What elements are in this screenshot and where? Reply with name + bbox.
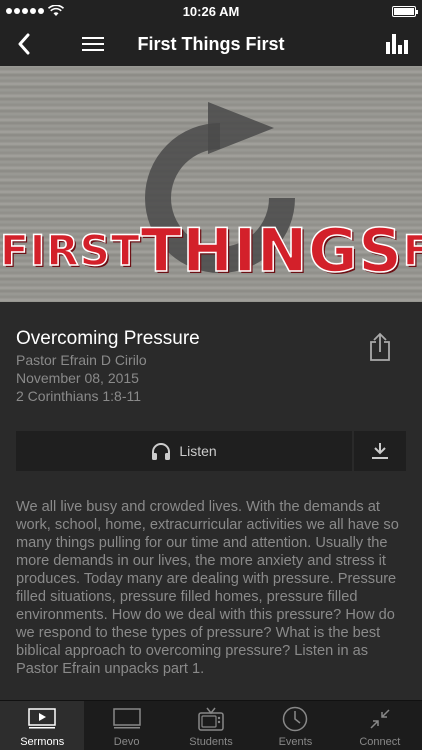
tab-label: Events <box>278 736 313 748</box>
series-title-first: FIRST <box>0 225 141 276</box>
chevron-left-icon <box>18 33 30 55</box>
collapse-arrows-icon <box>370 709 390 729</box>
tab-label: Connect <box>359 736 401 748</box>
navigation-bar: First Things First <box>0 22 422 66</box>
tab-students[interactable]: Students <box>169 701 253 750</box>
sermon-pastor: Pastor Efrain D Cirilo <box>16 352 147 368</box>
sermon-description: We all live busy and crowded lives. With… <box>16 499 399 677</box>
headphones-icon <box>152 443 171 460</box>
bar-chart-icon[interactable] <box>386 34 408 54</box>
clock-icon <box>283 706 308 732</box>
back-button[interactable] <box>10 30 38 58</box>
sermon-date: November 08, 2015 <box>16 370 139 386</box>
monitor-icon <box>112 708 141 729</box>
sermon-details: Overcoming Pressure Pastor Efrain D Ciri… <box>0 302 422 700</box>
series-title-things: THINGS <box>140 215 403 287</box>
share-button[interactable] <box>368 332 392 362</box>
download-button[interactable] <box>354 431 406 471</box>
status-time: 10:26 AM <box>182 3 240 19</box>
tv-icon <box>198 707 224 731</box>
series-title-art: FIRSTTHINGSFIRST <box>0 215 422 287</box>
tab-sermons[interactable]: Sermons <box>0 701 85 750</box>
status-bar: 10:26 AM <box>0 0 422 22</box>
share-icon <box>370 332 390 361</box>
download-icon <box>372 443 388 459</box>
tab-label: Sermons <box>20 736 65 748</box>
tab-bar: Sermons Devo Students Events Connect <box>0 700 422 750</box>
sermon-series-banner: FIRSTTHINGSFIRST <box>0 66 422 302</box>
listen-row: Listen <box>16 431 406 471</box>
sermon-title: Overcoming Pressure <box>16 328 200 349</box>
page-title: First Things First <box>137 33 285 54</box>
tab-label: Students <box>189 736 233 748</box>
sermon-scripture: 2 Corinthians 1:8-11 <box>16 388 142 404</box>
tab-devo[interactable]: Devo <box>84 701 168 750</box>
listen-button[interactable]: Listen <box>16 431 352 471</box>
battery-icon <box>392 5 418 17</box>
listen-label: Listen <box>179 443 217 459</box>
tab-connect[interactable]: Connect <box>338 701 422 750</box>
hamburger-menu-button[interactable] <box>82 30 110 58</box>
tab-label: Devo <box>113 736 140 748</box>
tab-events[interactable]: Events <box>253 701 337 750</box>
play-screen-icon <box>28 708 56 729</box>
series-title-last: FIRST <box>402 225 422 276</box>
